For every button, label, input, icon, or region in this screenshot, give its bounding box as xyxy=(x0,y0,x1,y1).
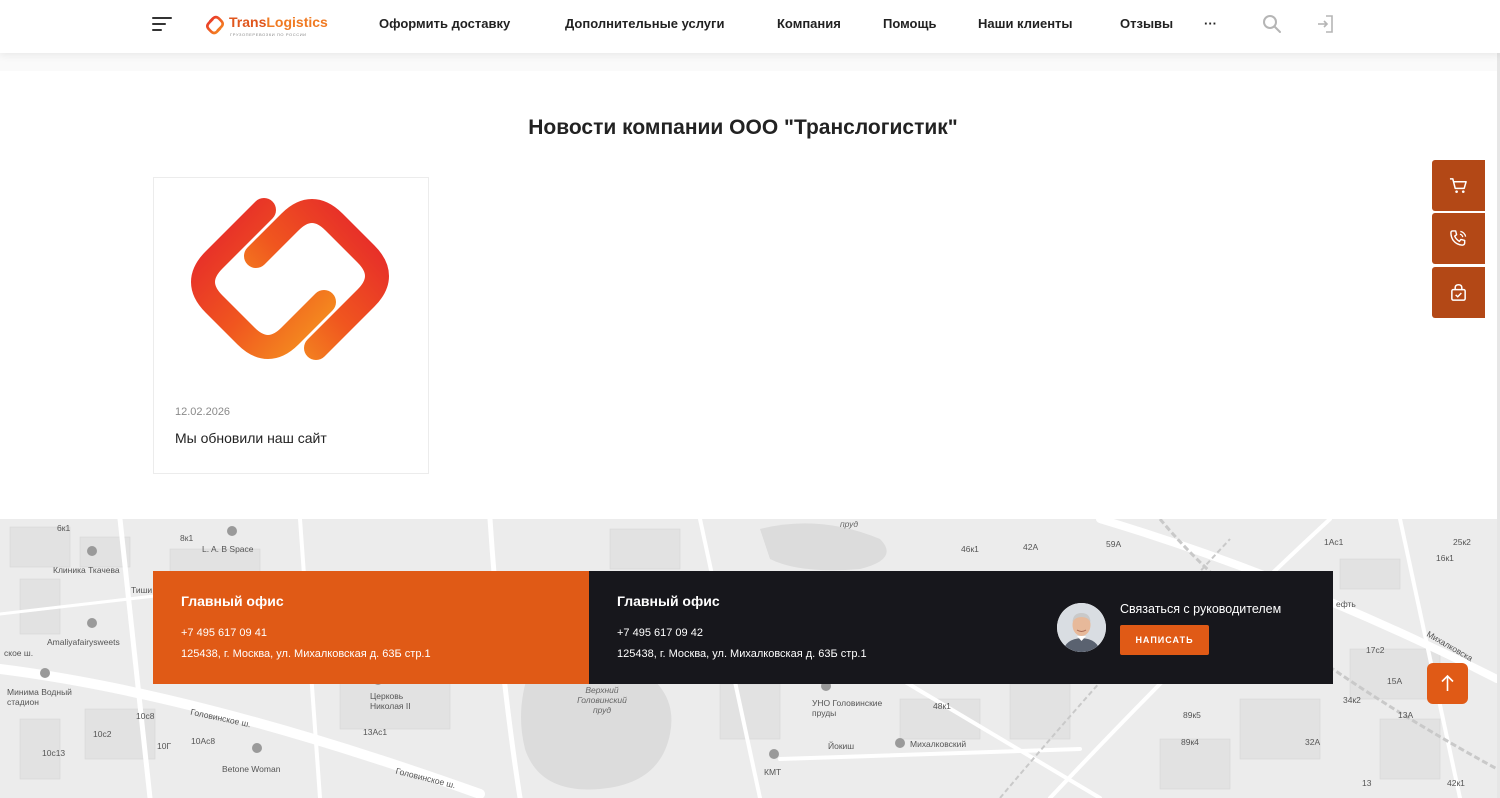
nav-additional-services[interactable]: Дополнительные услуги xyxy=(565,16,724,31)
map-label: 59А xyxy=(1106,539,1122,549)
map-label: Михалковский xyxy=(910,739,967,749)
map-label: 8к1 xyxy=(180,533,194,543)
map-label: пруд xyxy=(840,519,859,529)
map-label: 42к1 xyxy=(1447,778,1465,788)
nav-order-delivery[interactable]: Оформить доставку xyxy=(379,16,510,31)
office-title: Главный офис xyxy=(181,593,284,609)
nav-help[interactable]: Помощь xyxy=(883,16,936,31)
map-label: Betone Woman xyxy=(222,764,281,774)
map-label: 10с13 xyxy=(42,748,66,758)
manager-avatar xyxy=(1057,603,1106,652)
news-card[interactable]: 12.02.2026 Мы обновили наш сайт xyxy=(153,177,429,474)
map-label: 13А xyxy=(1398,710,1414,720)
page-title: Новости компании ООО "Транслогистик" xyxy=(528,116,958,139)
header-separator xyxy=(0,53,1500,71)
map-label: Верхний Головинский пруд xyxy=(577,685,627,715)
main-office-panel: Главный офис +7 495 617 09 41 125438, г.… xyxy=(153,571,589,684)
map-label: 32А xyxy=(1305,737,1321,747)
map-label: УНО Головинские пруды xyxy=(812,698,883,718)
map-label: 15А xyxy=(1387,676,1403,686)
map-label: 48к1 xyxy=(933,701,951,711)
map-label: Тиши xyxy=(131,585,153,595)
news-date: 12.02.2026 xyxy=(175,406,231,418)
menu-icon[interactable] xyxy=(152,15,172,33)
map-label: 10с8 xyxy=(136,711,155,721)
side-callback-button[interactable] xyxy=(1432,213,1485,264)
map-label: L. A. B Space xyxy=(202,544,254,554)
office-phone[interactable]: +7 495 617 09 42 xyxy=(617,627,703,639)
news-image-logo xyxy=(191,198,389,360)
map-label: 89к4 xyxy=(1181,737,1199,747)
logo-text: TransLogistics xyxy=(229,14,328,30)
phone-call-icon xyxy=(1450,230,1467,246)
nav-our-clients[interactable]: Наши клиенты xyxy=(978,16,1073,31)
nav-reviews[interactable]: Отзывы xyxy=(1120,16,1173,31)
map-label: КМТ xyxy=(764,767,782,777)
contact-manager-label: Связаться с руководителем xyxy=(1120,602,1282,616)
office-address: 125438, г. Москва, ул. Михалковская д. 6… xyxy=(617,648,867,660)
map-label: 10Ac8 xyxy=(191,736,216,746)
map-label: 1Ас1 xyxy=(1324,537,1344,547)
nav-more[interactable]: ··· xyxy=(1204,16,1217,31)
map-label: 10Г xyxy=(157,741,172,751)
cart-icon xyxy=(1449,178,1467,194)
map-label: 13 xyxy=(1362,778,1372,788)
write-button[interactable]: НАПИСАТЬ xyxy=(1120,625,1209,655)
map-label: 46к1 xyxy=(961,544,979,554)
map-label: ское ш. xyxy=(4,648,34,658)
map-label: Amaliyafairysweets xyxy=(47,637,120,647)
scroll-top-button[interactable] xyxy=(1427,663,1468,704)
map-label: Церковь Николая II xyxy=(370,691,411,711)
side-cart-button[interactable] xyxy=(1432,160,1485,211)
logo-tagline: ГРУЗОПЕРЕВОЗКИ ПО РОССИИ xyxy=(230,32,307,37)
search-icon[interactable] xyxy=(1262,14,1282,34)
site-logo[interactable]: TransLogistics ГРУЗОПЕРЕВОЗКИ ПО РОССИИ xyxy=(204,14,328,40)
map-label: 6к1 xyxy=(57,523,71,533)
news-title[interactable]: Мы обновили наш сайт xyxy=(175,430,327,446)
map-label: 16к1 xyxy=(1436,553,1454,563)
map-label: Минима Водный стадион xyxy=(7,687,72,707)
office-title: Главный офис xyxy=(617,593,720,609)
main-office-panel-dark: Главный офис +7 495 617 09 42 125438, г.… xyxy=(589,571,1333,684)
nav-company[interactable]: Компания xyxy=(777,16,841,31)
office-phone[interactable]: +7 495 617 09 41 xyxy=(181,627,267,639)
lock-bag-icon xyxy=(1451,283,1466,301)
site-header: TransLogistics ГРУЗОПЕРЕВОЗКИ ПО РОССИИ … xyxy=(0,0,1500,53)
map-label: 17с2 xyxy=(1366,645,1385,655)
map-label: 42А xyxy=(1023,542,1039,552)
map-label: ефть xyxy=(1336,599,1356,609)
map-label: 34к2 xyxy=(1343,695,1361,705)
map-label: 25к2 xyxy=(1453,537,1471,547)
map-label: Йокиш xyxy=(828,741,855,751)
logo-mark-icon xyxy=(205,15,225,35)
office-address: 125438, г. Москва, ул. Михалковская д. 6… xyxy=(181,648,431,660)
map-label: 13Ac1 xyxy=(363,727,388,737)
side-account-button[interactable] xyxy=(1432,267,1485,318)
map-label: 10с2 xyxy=(93,729,112,739)
arrow-up-icon xyxy=(1441,674,1454,691)
login-icon[interactable] xyxy=(1315,14,1335,34)
map-label: 89к5 xyxy=(1183,710,1201,720)
map-label: Клиника Ткачева xyxy=(53,565,120,575)
